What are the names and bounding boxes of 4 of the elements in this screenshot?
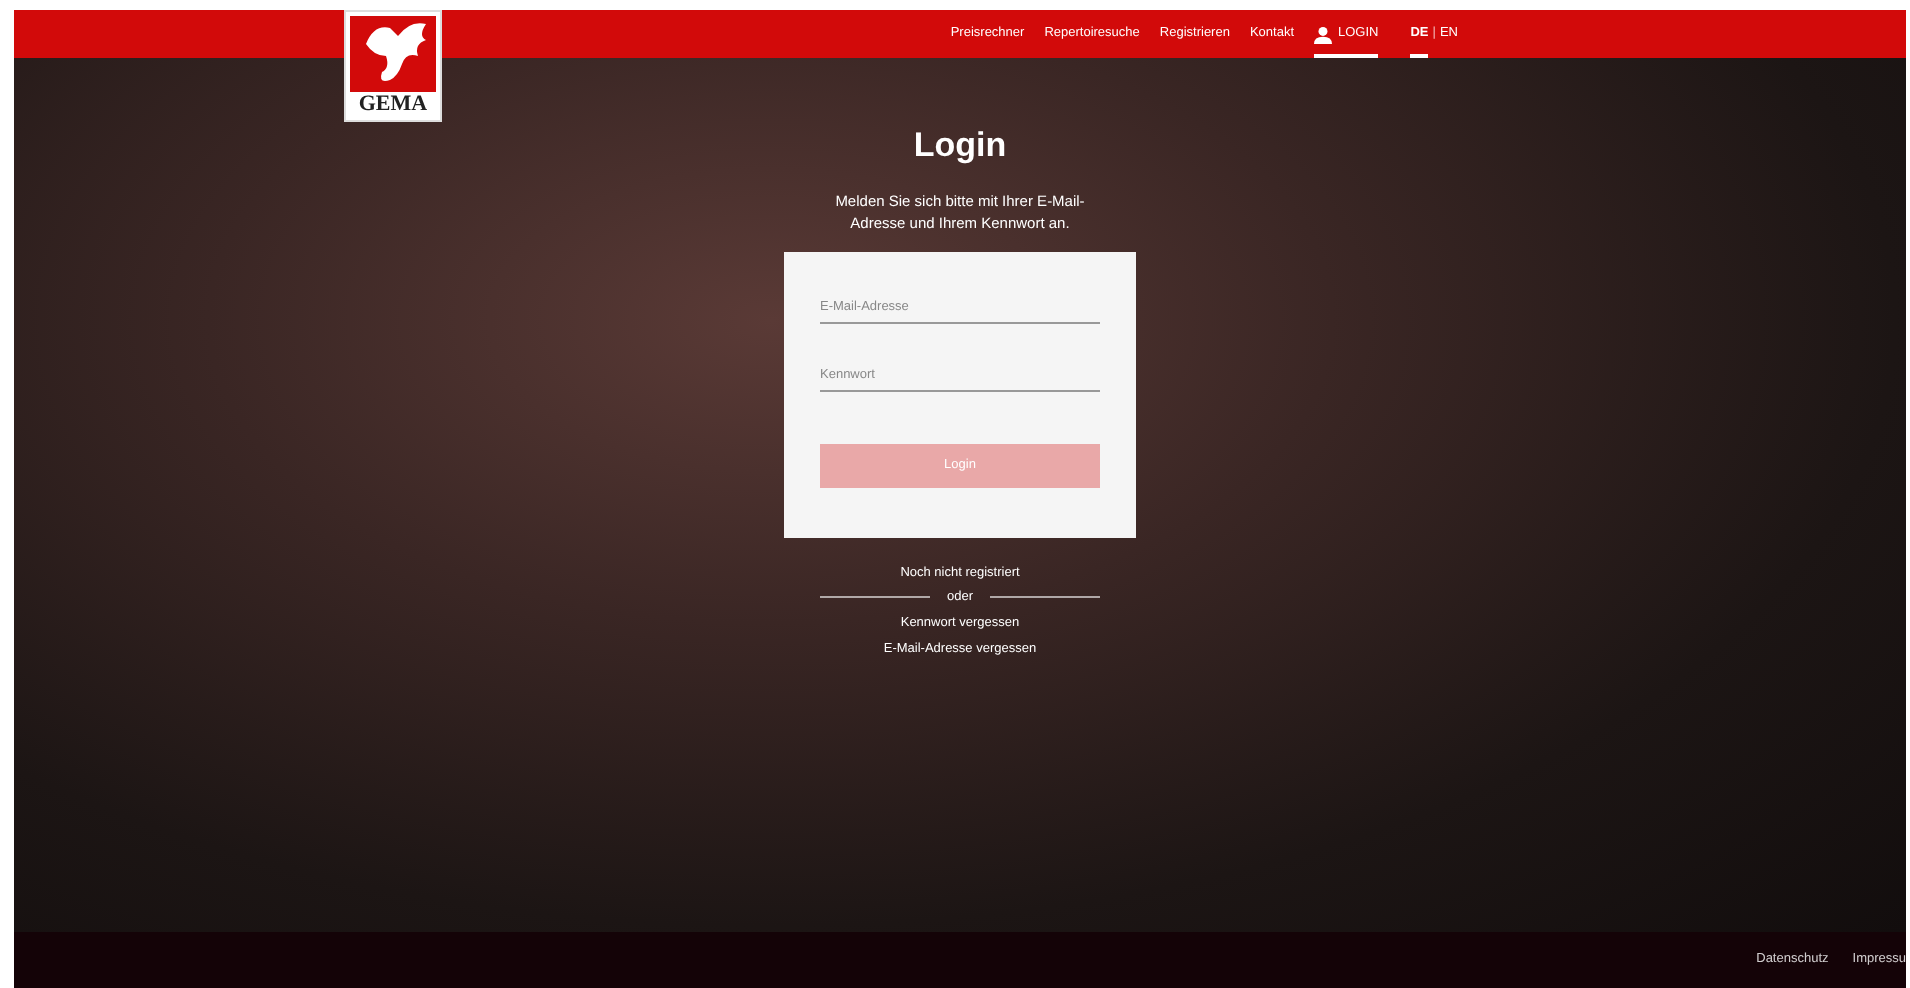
logo[interactable]: GEMA xyxy=(344,10,442,122)
logo-text: GEMA xyxy=(358,92,428,118)
login-title: Login xyxy=(913,124,1007,168)
user-icon xyxy=(1314,25,1332,43)
